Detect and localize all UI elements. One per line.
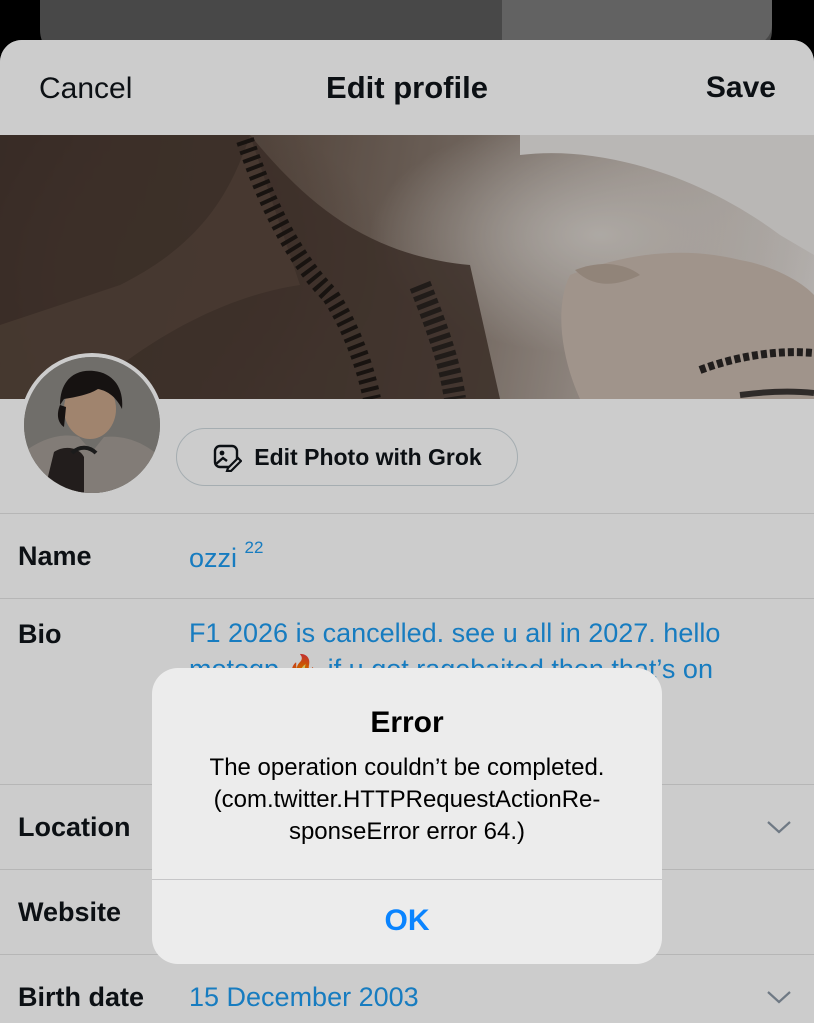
alert-message-line: (com.twitter.HTTPRequestActionRe- (213, 786, 601, 813)
alert-divider (152, 879, 662, 880)
ok-button[interactable]: OK (152, 904, 662, 938)
alert-message-line: sponseError error 64.) (288, 818, 526, 845)
alert-message: The operation couldn’t be completed. (co… (182, 752, 632, 848)
alert-message-line: The operation couldn’t be completed. (209, 754, 605, 781)
error-alert-dialog: Error The operation couldn’t be complete… (152, 668, 662, 964)
alert-title: Error (370, 706, 444, 739)
